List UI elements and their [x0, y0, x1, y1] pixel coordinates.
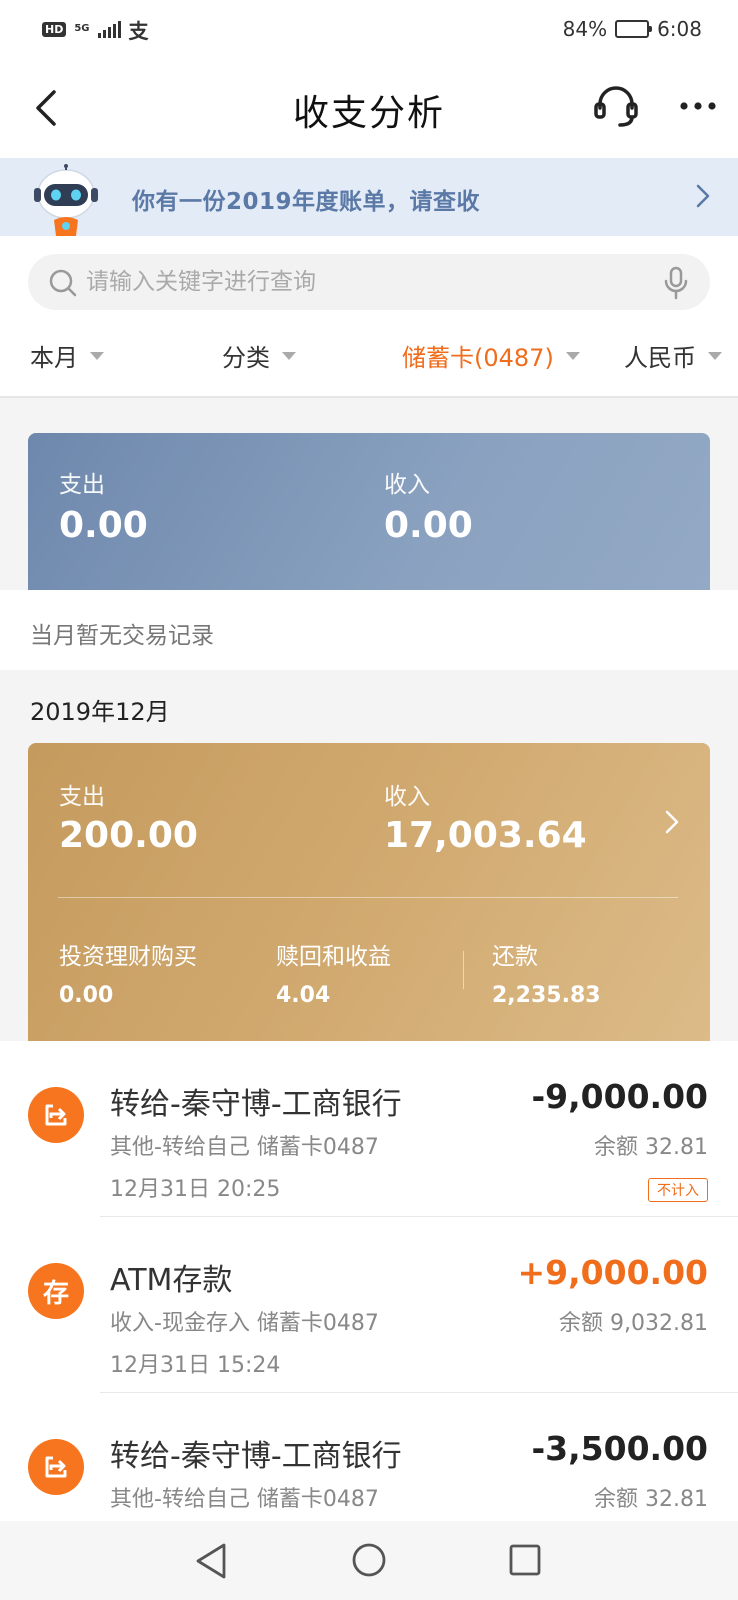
expense-value: 200.00: [59, 815, 198, 856]
battery-percent: 84%: [562, 17, 608, 41]
transaction-item[interactable]: 转给-秦守博-工商银行 其他-转给自己 储蓄卡0487 12月31日 20:25…: [0, 1041, 738, 1217]
transaction-subtitle: 其他-转给自己 储蓄卡0487: [110, 1487, 379, 1512]
transaction-amount: +9,000.00: [517, 1253, 709, 1292]
transfer-icon: [28, 1087, 84, 1143]
signal-icon: [97, 20, 121, 38]
search-icon: [49, 269, 77, 297]
filter-period-label: 本月: [30, 344, 78, 372]
back-triangle-icon[interactable]: [192, 1541, 230, 1581]
microphone-icon[interactable]: [660, 266, 692, 300]
transaction-balance: 余额 32.81: [594, 1487, 708, 1512]
filter-category-label: 分类: [222, 344, 270, 372]
excluded-tag: 不计入: [648, 1178, 708, 1202]
deposit-icon: 存: [28, 1263, 84, 1319]
home-circle-icon[interactable]: [350, 1541, 388, 1579]
transaction-item[interactable]: 存 ATM存款 收入-现金存入 储蓄卡0487 12月31日 15:24 +9,…: [0, 1217, 738, 1393]
transaction-time: 12月31日 15:24: [110, 1353, 281, 1378]
income-label: 收入: [384, 472, 430, 498]
status-left: HD 5G 支: [42, 15, 149, 44]
status-bar: HD 5G 支 84% 6:08: [0, 0, 738, 58]
transaction-subtitle: 其他-转给自己 储蓄卡0487: [110, 1135, 379, 1160]
transaction-amount: -3,500.00: [531, 1429, 708, 1468]
vertical-divider: [463, 951, 464, 989]
redeem-value: 4.04: [276, 983, 331, 1008]
income-label: 收入: [384, 784, 430, 810]
transaction-amount: -9,000.00: [531, 1077, 708, 1116]
system-nav-bar: [0, 1521, 738, 1600]
recent-apps-icon[interactable]: [508, 1543, 542, 1577]
filter-period[interactable]: 本月: [30, 338, 104, 373]
search-input[interactable]: [86, 262, 646, 302]
nav-bar: 收支分析: [0, 58, 738, 158]
transaction-title: 转给-秦守博-工商银行: [110, 1439, 402, 1474]
chevron-right-icon: [665, 810, 679, 834]
transaction-balance: 余额 32.81: [594, 1135, 708, 1160]
filter-card[interactable]: 储蓄卡(0487): [402, 338, 580, 373]
invest-label: 投资理财购买: [59, 944, 197, 970]
transaction-time: 12月31日 20:25: [110, 1177, 281, 1202]
divider: [58, 897, 678, 898]
filter-currency[interactable]: 人民币: [624, 338, 722, 373]
expense-label: 支出: [59, 784, 105, 810]
robot-mascot-icon: [34, 164, 98, 236]
status-right: 84% 6:08: [563, 17, 702, 41]
december-summary-card[interactable]: 支出 200.00 收入 17,003.64 投资理财购买 0.00 赎回和收益…: [28, 743, 710, 1041]
month-heading: 2019年12月: [30, 698, 170, 726]
headset-icon[interactable]: [592, 82, 640, 130]
hd-badge: HD: [42, 21, 67, 37]
caret-down-icon: [282, 351, 296, 360]
caret-down-icon: [708, 351, 722, 360]
banner-text: 你有一份2019年度账单，请查收: [132, 189, 481, 215]
transaction-balance: 余额 9,032.81: [559, 1311, 708, 1336]
repay-value: 2,235.83: [492, 983, 601, 1008]
network-label: 5G: [74, 23, 90, 34]
search-section: [0, 236, 738, 318]
empty-state-text: 当月暂无交易记录: [30, 623, 214, 649]
more-horizontal-icon[interactable]: [676, 84, 720, 128]
clock: 6:08: [657, 17, 702, 41]
expense-label: 支出: [59, 472, 105, 498]
search-box: [28, 254, 710, 310]
annual-bill-banner[interactable]: 你有一份2019年度账单，请查收: [0, 158, 738, 236]
transaction-subtitle: 收入-现金存入 储蓄卡0487: [110, 1311, 379, 1336]
transaction-title: ATM存款: [110, 1263, 233, 1298]
transfer-icon: [28, 1439, 84, 1495]
income-value: 0.00: [384, 505, 473, 546]
expense-value: 0.00: [59, 505, 148, 546]
filter-card-label: 储蓄卡(0487): [402, 344, 554, 372]
current-month-summary-card: 支出 0.00 收入 0.00: [28, 433, 710, 590]
alipay-status-icon: 支: [128, 18, 149, 43]
repay-label: 还款: [492, 944, 538, 970]
income-value: 17,003.64: [384, 815, 587, 856]
redeem-label: 赎回和收益: [276, 944, 391, 970]
transaction-title: 转给-秦守博-工商银行: [110, 1087, 402, 1122]
transaction-list: 转给-秦守博-工商银行 其他-转给自己 储蓄卡0487 12月31日 20:25…: [0, 1041, 738, 1521]
caret-down-icon: [90, 351, 104, 360]
filter-currency-label: 人民币: [624, 344, 696, 372]
invest-value: 0.00: [59, 983, 114, 1008]
empty-state: 当月暂无交易记录: [0, 590, 738, 670]
filter-bar: 本月 分类 储蓄卡(0487) 人民币: [0, 318, 738, 398]
chevron-right-icon: [696, 184, 710, 208]
filter-category[interactable]: 分类: [222, 338, 296, 373]
battery-icon: [615, 20, 653, 38]
caret-down-icon: [565, 351, 580, 360]
